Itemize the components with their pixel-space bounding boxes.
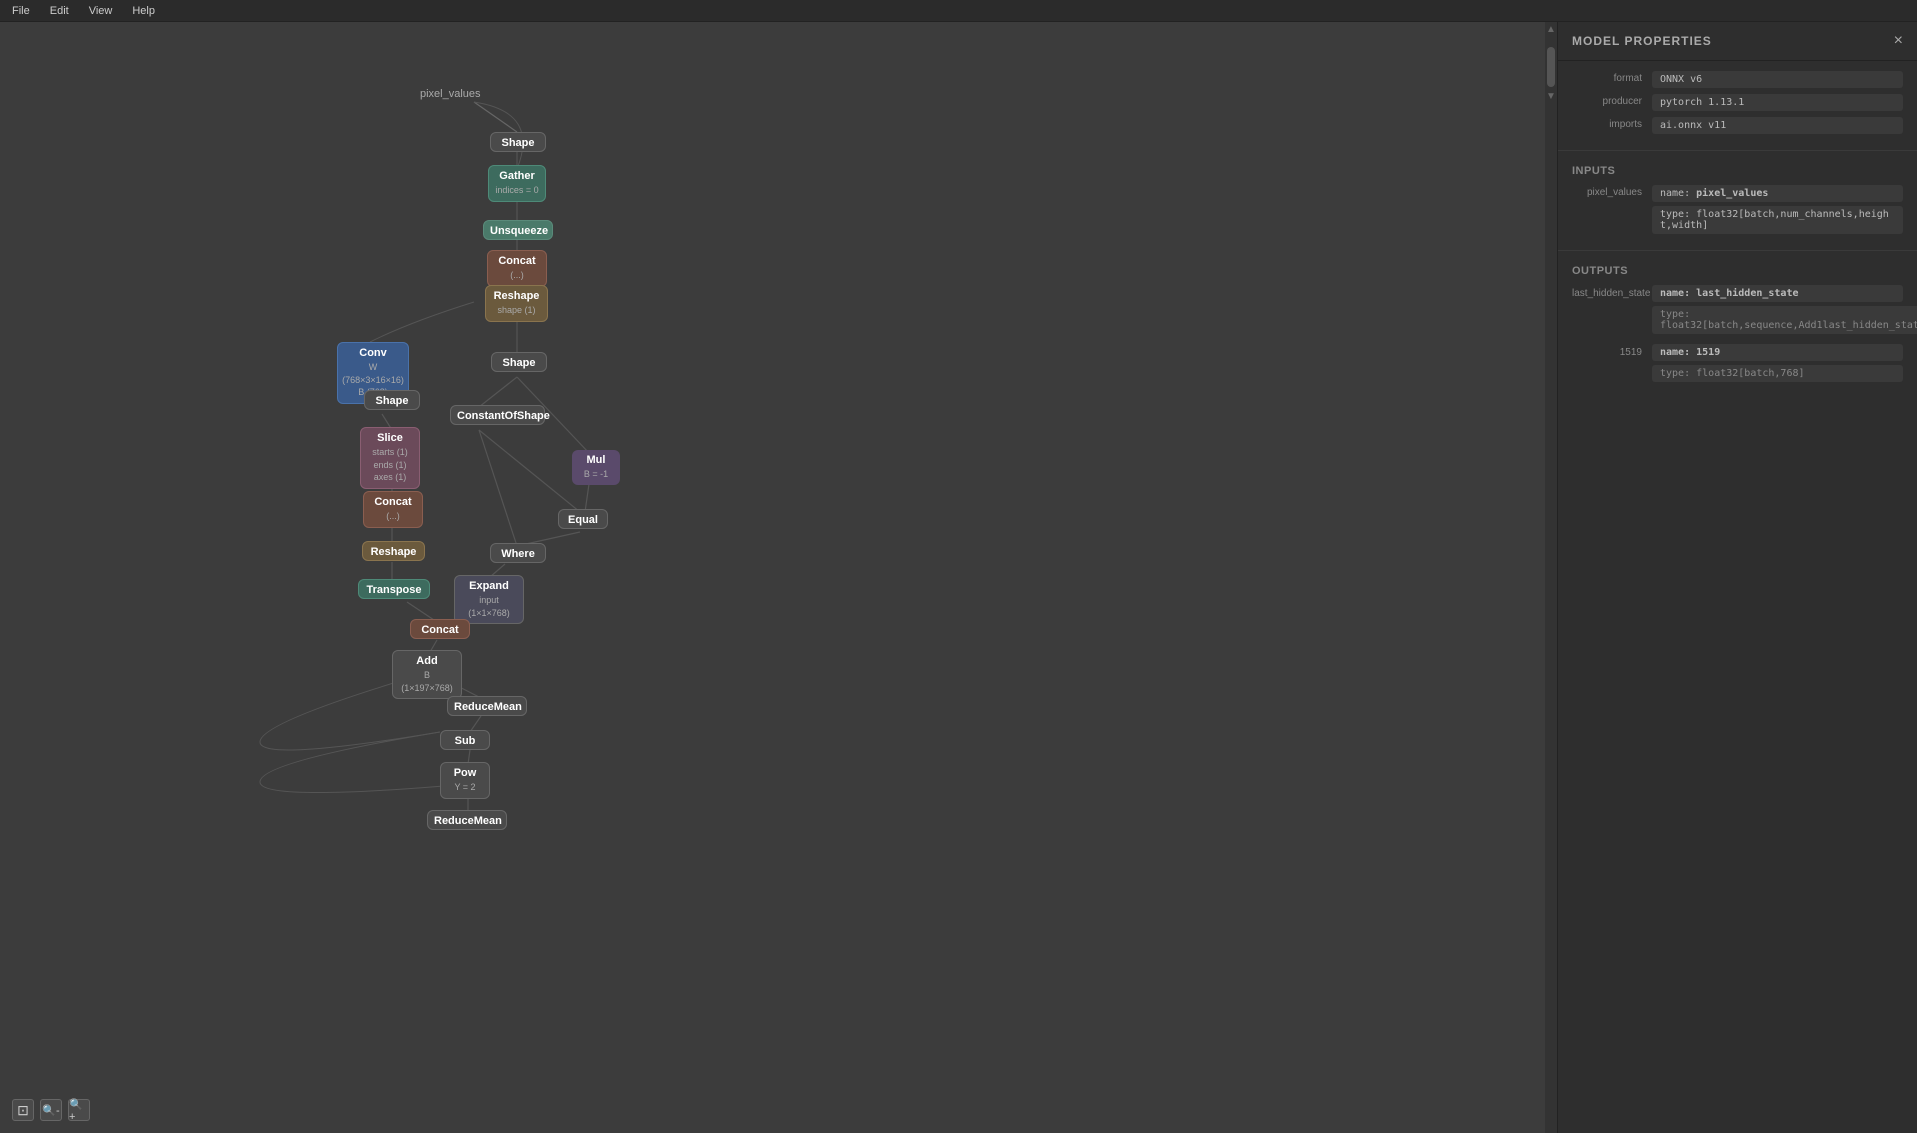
output1-name-row: last_hidden_state name: last_hidden_stat…: [1572, 285, 1903, 302]
imports-label: imports: [1572, 117, 1652, 130]
output2-type-row: type: float32[batch,768]: [1572, 365, 1903, 382]
node-mul[interactable]: Mul B = -1: [572, 450, 620, 485]
node-constantofshape[interactable]: ConstantOfShape: [450, 405, 545, 425]
main-layout: pixel_values Shape Gather indices = 0 Un…: [0, 22, 1917, 1133]
node-expand[interactable]: Expand input (1×1×768): [454, 575, 524, 624]
menu-help[interactable]: Help: [128, 3, 159, 19]
output2-type-val: type: float32[batch,768]: [1652, 365, 1903, 382]
output2-row: 1519 name: 1519 type: float32[batch,768]: [1572, 344, 1903, 382]
node-shape1[interactable]: Shape: [490, 132, 546, 152]
output2-label: 1519: [1572, 347, 1652, 358]
output1-row: last_hidden_state name: last_hidden_stat…: [1572, 285, 1903, 334]
panel-outputs: OUTPUTS last_hidden_state name: last_hid…: [1558, 255, 1917, 398]
menubar: File Edit View Help: [0, 0, 1917, 22]
menu-file[interactable]: File: [8, 3, 34, 19]
node-equal[interactable]: Equal: [558, 509, 608, 529]
inputs-title: INPUTS: [1572, 165, 1903, 177]
zoom-out-button[interactable]: 🔍-: [40, 1099, 62, 1121]
scroll-up-arrow[interactable]: ▲: [1544, 22, 1557, 37]
menu-view[interactable]: View: [85, 3, 117, 19]
format-label: format: [1572, 71, 1652, 84]
node-add[interactable]: Add B (1×197×768): [392, 650, 462, 699]
node-shape3[interactable]: Shape: [364, 390, 420, 410]
model-properties-panel: MODEL PROPERTIES × format ONNX v6 produc…: [1557, 22, 1917, 1133]
graph-connections: [0, 22, 1557, 1133]
producer-value: pytorch 1.13.1: [1652, 94, 1903, 111]
scroll-down-arrow[interactable]: ▼: [1544, 89, 1557, 104]
output1-type-val: type: float32[batch,sequence,Add1last_hi…: [1652, 306, 1917, 334]
imports-row: imports ai.onnx v11: [1572, 117, 1903, 134]
output2-name-val: name: 1519: [1652, 344, 1903, 361]
node-where[interactable]: Where: [490, 543, 546, 563]
node-concat2[interactable]: Concat (...): [363, 491, 423, 528]
panel-close-button[interactable]: ×: [1894, 32, 1903, 50]
producer-row: producer pytorch 1.13.1: [1572, 94, 1903, 111]
node-reducemean2[interactable]: ReduceMean: [427, 810, 507, 830]
outputs-title: OUTPUTS: [1572, 265, 1903, 277]
format-value: ONNX v6: [1652, 71, 1903, 88]
fit-button[interactable]: ⊡: [12, 1099, 34, 1121]
output2-name-row: 1519 name: 1519: [1572, 344, 1903, 361]
format-row: format ONNX v6: [1572, 71, 1903, 88]
panel-inputs: INPUTS pixel_values name: pixel_values t…: [1558, 155, 1917, 246]
input-label-pixel-values: pixel_values: [420, 88, 481, 100]
output1-name-val: name: last_hidden_state: [1652, 285, 1903, 302]
canvas-toolbar: ⊡ 🔍- 🔍+: [12, 1099, 90, 1121]
panel-metadata: format ONNX v6 producer pytorch 1.13.1 i…: [1558, 61, 1917, 146]
imports-value: ai.onnx v11: [1652, 117, 1903, 134]
node-reshape1[interactable]: Reshape shape (1): [485, 285, 548, 322]
zoom-in-button[interactable]: 🔍+: [68, 1099, 90, 1121]
node-transpose[interactable]: Transpose: [358, 579, 430, 599]
input-name-row: pixel_values name: pixel_values type: fl…: [1572, 185, 1903, 234]
node-reducemean1[interactable]: ReduceMean: [447, 696, 527, 716]
node-unsqueeze[interactable]: Unsqueeze: [483, 220, 553, 240]
output1-type-row: type: float32[batch,sequence,Add1last_hi…: [1572, 306, 1903, 334]
menu-edit[interactable]: Edit: [46, 3, 73, 19]
node-sub[interactable]: Sub: [440, 730, 490, 750]
node-gather[interactable]: Gather indices = 0: [488, 165, 546, 202]
node-pow[interactable]: Pow Y = 2: [440, 762, 490, 799]
scroll-thumb[interactable]: [1547, 47, 1555, 87]
producer-label: producer: [1572, 94, 1652, 107]
node-concat1[interactable]: Concat (...): [487, 250, 547, 287]
input-type-val: type: float32[batch,num_channels,height,…: [1652, 206, 1903, 234]
node-reshape2[interactable]: Reshape: [362, 541, 425, 561]
graph-canvas[interactable]: pixel_values Shape Gather indices = 0 Un…: [0, 22, 1557, 1133]
panel-header: MODEL PROPERTIES ×: [1558, 22, 1917, 61]
node-shape2[interactable]: Shape: [491, 352, 547, 372]
output1-label: last_hidden_state: [1572, 288, 1652, 299]
panel-title: MODEL PROPERTIES: [1572, 34, 1712, 48]
input-name-val: name: pixel_values: [1652, 185, 1903, 202]
canvas-scrollbar[interactable]: ▲ ▼: [1545, 22, 1557, 1133]
node-concat3[interactable]: Concat: [410, 619, 470, 639]
input-pixel-values-label: pixel_values: [1572, 185, 1652, 198]
node-slice[interactable]: Slice starts (1) ends (1) axes (1): [360, 427, 420, 489]
